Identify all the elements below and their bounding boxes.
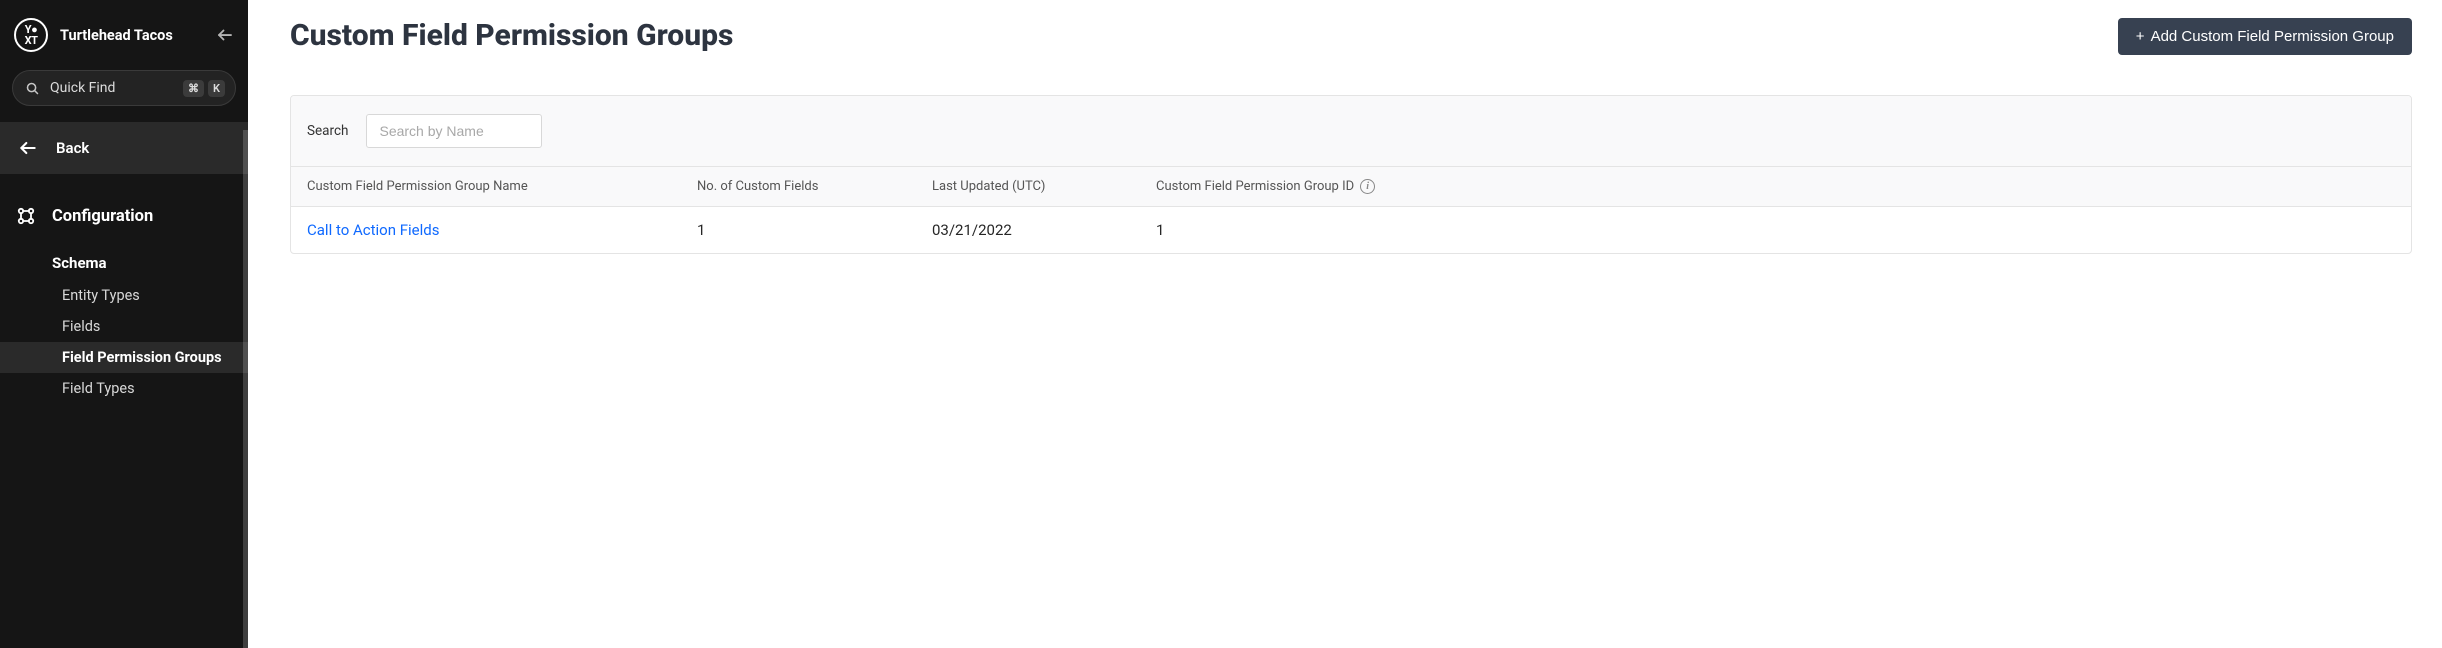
col-header-count: No. of Custom Fields [697,179,932,194]
col-header-id-label: Custom Field Permission Group ID [1156,179,1354,194]
subsection-schema: Schema [0,248,248,280]
search-bar: Search [291,96,2411,167]
back-label: Back [56,139,89,157]
page-header: Custom Field Permission Groups + Add Cus… [290,18,2412,55]
brand-name: Turtlehead Tacos [60,27,204,44]
quick-find-shortcut: ⌘ K [183,80,225,97]
cell-updated: 03/21/2022 [932,221,1156,239]
brand-logo: Y●XT [14,18,48,52]
nav-fields[interactable]: Fields [0,311,248,342]
section-title: Configuration [52,207,153,226]
add-permission-group-button[interactable]: + Add Custom Field Permission Group [2118,18,2412,55]
section-header: Configuration [0,174,248,248]
nav-field-types[interactable]: Field Types [0,373,248,404]
add-button-label: Add Custom Field Permission Group [2151,28,2394,45]
table-container: Search Custom Field Permission Group Nam… [290,95,2412,254]
sidebar: Y●XT Turtlehead Tacos Quick Find ⌘ K Bac… [0,0,248,648]
brand-row: Y●XT Turtlehead Tacos [0,0,248,66]
main-content: Custom Field Permission Groups + Add Cus… [248,0,2442,648]
table-row: Call to Action Fields103/21/20221 [291,207,2411,253]
collapse-sidebar-icon[interactable] [216,26,234,44]
kbd-cmd: ⌘ [183,80,204,97]
col-header-name: Custom Field Permission Group Name [307,179,697,194]
back-arrow-icon [18,138,38,158]
kbd-k: K [208,80,225,97]
cell-count: 1 [697,221,932,239]
col-header-updated: Last Updated (UTC) [932,179,1156,194]
col-header-id: Custom Field Permission Group ID i [1156,179,2395,194]
search-input[interactable] [366,114,542,148]
table-body: Call to Action Fields103/21/20221 [291,207,2411,253]
quick-find[interactable]: Quick Find ⌘ K [12,70,236,106]
nav-entity-types[interactable]: Entity Types [0,280,248,311]
search-icon [25,81,40,96]
quick-find-label: Quick Find [50,80,173,96]
back-button[interactable]: Back [0,122,248,174]
search-label: Search [307,123,348,139]
configuration-icon [14,204,38,228]
table-header-row: Custom Field Permission Group Name No. o… [291,167,2411,207]
nav-field-permission-groups[interactable]: Field Permission Groups [0,342,248,373]
group-name-link[interactable]: Call to Action Fields [307,221,697,239]
page-title: Custom Field Permission Groups [290,18,733,53]
plus-icon: + [2136,28,2145,45]
info-icon[interactable]: i [1360,179,1375,194]
cell-id: 1 [1156,221,2395,239]
